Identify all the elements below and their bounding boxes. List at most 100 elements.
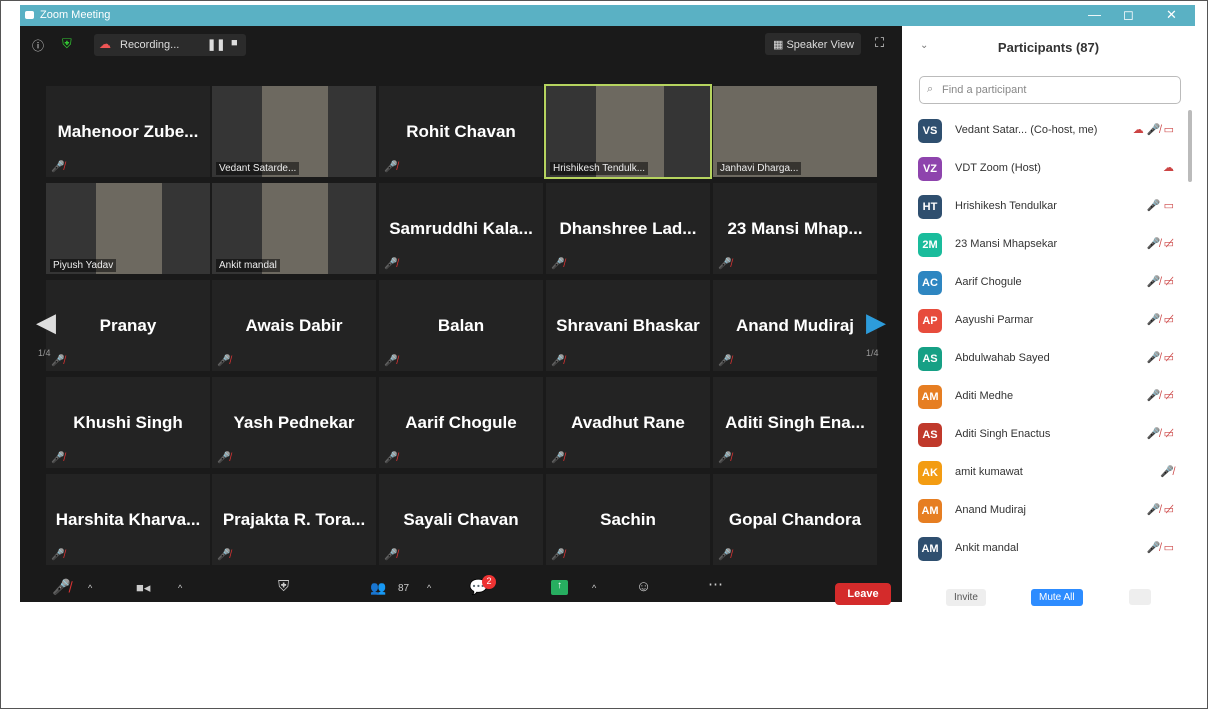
avatar: AK [918, 461, 942, 485]
participant-name: Anand Mudiraj [735, 316, 855, 335]
participant-row[interactable]: 2M 23 Mansi Mhapsekar 🎤̸ ▭̸ [918, 226, 1180, 264]
video-tile[interactable]: Avadhut Rane 🎤̸ [546, 377, 710, 468]
participant-status-icons: ☁ 🎤̸ ▭ [1132, 124, 1174, 136]
participant-name: 23 Mansi Mhap... [727, 219, 863, 238]
participant-row[interactable]: VS Vedant Satar... (Co-host, me) ☁ 🎤̸ ▭ [918, 112, 1180, 150]
participant-row[interactable]: AM Ankit mandal 🎤̸ ▭ [918, 530, 1180, 568]
video-tile[interactable]: Mahenoor Zube... 🎤̸ [46, 86, 210, 177]
muted-mic-icon: 🎤̸ [384, 161, 398, 173]
video-tile[interactable]: Ankit mandal [212, 183, 376, 274]
muted-mic-icon: 🎤̸ [217, 355, 231, 367]
video-camera-icon[interactable]: ■◂ [136, 580, 150, 596]
muted-mic-icon: 🎤̸ [718, 355, 732, 367]
security-icon[interactable]: ⛨ [278, 578, 289, 595]
participant-name: Sayali Chavan [403, 510, 519, 529]
participant-name: Piyush Yadav [50, 259, 117, 272]
participant-row[interactable]: AM Anand Mudiraj 🎤̸ ▭̸ [918, 492, 1180, 530]
participant-name: Aditi Singh Ena... [725, 413, 865, 432]
share-options-chevron-icon[interactable]: ^ [592, 583, 596, 593]
participant-name: Awais Dabir [245, 316, 343, 335]
leave-button[interactable]: Leave [835, 583, 891, 605]
video-tile[interactable]: Aditi Singh Ena... 🎤̸ [713, 377, 877, 468]
participant-row[interactable]: HT Hrishikesh Tendulkar 🎤 ▭ [918, 188, 1180, 226]
more-button[interactable] [1129, 589, 1151, 605]
video-tile[interactable]: Anand Mudiraj 🎤̸ [713, 280, 877, 371]
video-tile[interactable]: Shravani Bhaskar 🎤̸ [546, 280, 710, 371]
video-tile[interactable]: Sayali Chavan 🎤̸ [379, 474, 543, 565]
info-icon[interactable]: ⓘ [32, 37, 44, 54]
video-tile[interactable]: Gopal Chandora 🎤̸ [713, 474, 877, 565]
chat-badge: 2 [482, 575, 496, 589]
close-button[interactable]: ✕ [1166, 7, 1177, 23]
participant-row[interactable]: AM Aditi Medhe 🎤̸ ▭̸ [918, 378, 1180, 416]
window-title: Zoom Meeting [40, 9, 111, 21]
avatar: VZ [918, 157, 942, 181]
more-options-icon[interactable]: ⋯ [708, 575, 723, 593]
muted-mic-icon: 🎤̸ [551, 549, 565, 561]
shield-icon[interactable]: ⛨ [62, 36, 72, 52]
prev-page-arrow[interactable]: ◀ [36, 307, 56, 338]
muted-mic-icon: 🎤̸ [551, 258, 565, 270]
participants-icon[interactable]: 👥 [370, 580, 386, 596]
reactions-icon[interactable]: ☺ [636, 578, 651, 595]
video-tile[interactable]: Khushi Singh 🎤̸ [46, 377, 210, 468]
video-tile[interactable]: 23 Mansi Mhap... 🎤̸ [713, 183, 877, 274]
next-page-arrow[interactable]: ▶ [866, 307, 886, 338]
video-tile[interactable]: Balan 🎤̸ [379, 280, 543, 371]
participant-status-icons: 🎤 ▭ [1146, 200, 1174, 212]
speaker-view-button[interactable]: ▦ Speaker View [765, 33, 861, 55]
mute-all-button[interactable]: Mute All [1031, 589, 1083, 606]
muted-mic-icon: 🎤̸ [718, 258, 732, 270]
muted-mic-icon: 🎤̸ [384, 258, 398, 270]
participant-row[interactable]: VZ VDT Zoom (Host) ☁ [918, 150, 1180, 188]
participant-row[interactable]: AS Aditi Singh Enactus 🎤̸ ▭̸ [918, 416, 1180, 454]
participant-name: Ankit mandal [216, 259, 280, 272]
video-tile[interactable]: Sachin 🎤̸ [546, 474, 710, 565]
video-options-chevron-icon[interactable]: ^ [178, 583, 182, 593]
search-icon: ⌕ [927, 83, 934, 95]
video-tile[interactable]: Piyush Yadav [46, 183, 210, 274]
muted-mic-icon: 🎤̸ [51, 355, 65, 367]
window-titlebar: Zoom Meeting — ◻ ✕ [20, 5, 1195, 26]
video-tile[interactable]: Harshita Kharva... 🎤̸ [46, 474, 210, 565]
avatar: HT [918, 195, 942, 219]
video-tile[interactable]: Yash Pednekar 🎤̸ [212, 377, 376, 468]
participant-list-scrollbar[interactable] [1188, 110, 1192, 182]
participant-row[interactable]: AC Aarif Chogule 🎤̸ ▭̸ [918, 264, 1180, 302]
participant-name: Aditi Singh Enactus [955, 428, 1051, 440]
mute-mic-icon[interactable]: 🎤̸ [52, 578, 71, 596]
participant-row[interactable]: AK amit kumawat 🎤̸ [918, 454, 1180, 492]
participant-status-icons: 🎤̸ ▭̸ [1146, 238, 1174, 250]
participant-row[interactable]: AP Aayushi Parmar 🎤̸ ▭̸ [918, 302, 1180, 340]
participant-list: VS Vedant Satar... (Co-host, me) ☁ 🎤̸ ▭ VZ V… [918, 112, 1180, 568]
participant-status-icons: 🎤̸ ▭̸ [1146, 314, 1174, 326]
video-tile[interactable]: Aarif Chogule 🎤̸ [379, 377, 543, 468]
stop-icon[interactable]: ■ [231, 37, 238, 49]
video-tile[interactable]: Dhanshree Lad... 🎤̸ [546, 183, 710, 274]
video-tile[interactable]: Prajakta R. Tora... 🎤̸ [212, 474, 376, 565]
video-tile[interactable]: Rohit Chavan 🎤̸ [379, 86, 543, 177]
share-screen-icon[interactable]: ↑ [551, 580, 568, 595]
participant-status-icons: 🎤̸ ▭̸ [1146, 504, 1174, 516]
video-tile[interactable]: Awais Dabir 🎤̸ [212, 280, 376, 371]
participant-row[interactable]: AS Abdulwahab Sayed 🎤̸ ▭̸ [918, 340, 1180, 378]
video-tile[interactable]: Janhavi Dharga... [713, 86, 877, 177]
video-tile[interactable]: Vedant Satarde... [212, 86, 376, 177]
maximize-button[interactable]: ◻ [1123, 7, 1134, 23]
participant-name: Yash Pednekar [233, 413, 355, 432]
participant-name: Ankit mandal [955, 542, 1019, 554]
avatar: AM [918, 385, 942, 409]
pause-icon[interactable]: ❚❚ [207, 38, 225, 51]
participant-search-input[interactable]: ⌕ Find a participant [919, 76, 1181, 104]
participant-name: Aayushi Parmar [955, 314, 1034, 326]
video-tile[interactable]: Pranay 🎤̸ [46, 280, 210, 371]
muted-mic-icon: 🎤̸ [217, 452, 231, 464]
invite-button[interactable]: Invite [946, 589, 986, 606]
participants-chevron-icon[interactable]: ^ [427, 583, 431, 593]
video-tile[interactable]: Hrishikesh Tendulk... [544, 84, 712, 179]
audio-options-chevron-icon[interactable]: ^ [88, 583, 92, 593]
fullscreen-icon[interactable]: ⛶ [875, 35, 884, 51]
minimize-button[interactable]: — [1088, 7, 1101, 22]
participant-name: Aarif Chogule [405, 413, 517, 432]
video-tile[interactable]: Samruddhi Kala... 🎤̸ [379, 183, 543, 274]
